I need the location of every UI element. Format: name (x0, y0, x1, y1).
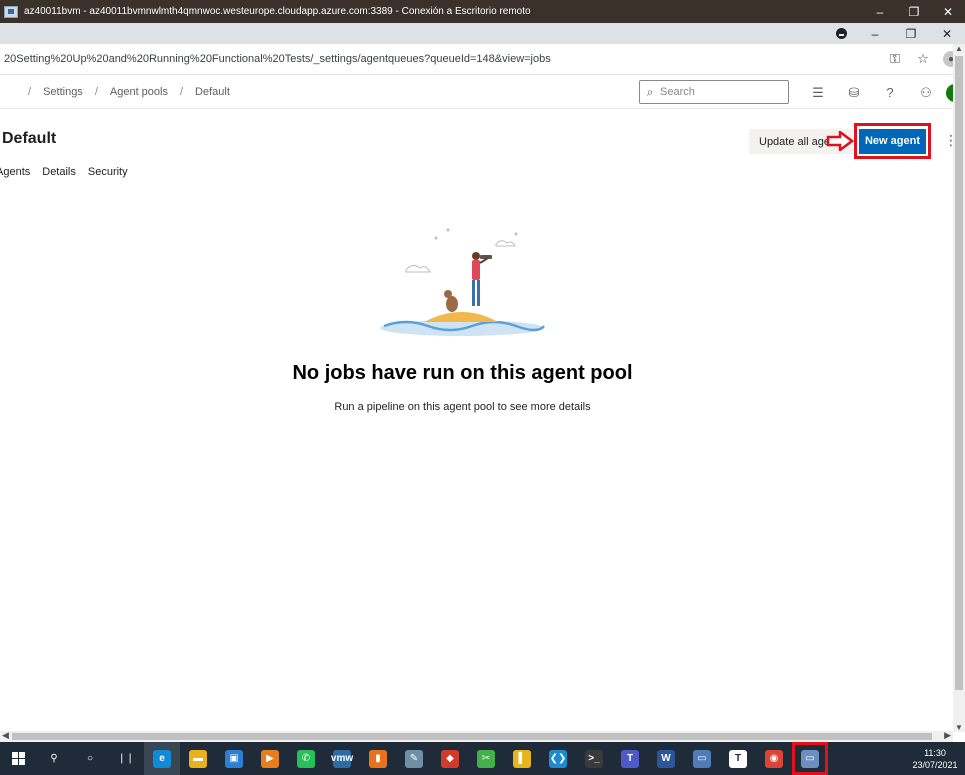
start-button[interactable] (0, 742, 36, 775)
rdp-minimize-button[interactable]: – (863, 5, 897, 19)
address-bar: 20Setting%20Up%20and%20Running%20Functio… (0, 44, 965, 75)
vertical-scroll-thumb[interactable] (955, 56, 963, 690)
marketplace-icon[interactable]: ⛁ (836, 85, 872, 101)
breadcrumb-agent-pools[interactable]: Agent pools (110, 86, 168, 98)
rdp-restore-button[interactable]: ❐ (897, 5, 931, 19)
browser-profile-icon[interactable] (836, 28, 847, 39)
browser-close-button[interactable]: ✕ (929, 27, 965, 41)
clock-date: 23/07/2021 (912, 759, 958, 770)
scroll-up-icon[interactable]: ▲ (953, 44, 965, 53)
file-explorer-icon: ▬ (189, 749, 207, 768)
taskbar: ⚲ ○ ❘❘ e ▬ ▣ ▶ ✆ vmw ▮ ✎ ◆ ✂ ▌ ❮❯ >_ T W ▭ T ◉ ▭ 11:30 23/07/… (0, 742, 965, 775)
help-icon[interactable]: ? (872, 85, 908, 100)
horizontal-scrollbar[interactable]: ◀ ▶ (0, 730, 953, 742)
scroll-left-icon[interactable]: ◀ (2, 730, 9, 741)
taskbar-task-view-button[interactable]: ❘❘ (108, 742, 144, 775)
taskbar-teams-button[interactable]: T (612, 742, 648, 775)
taskbar-edge-button[interactable]: e (144, 742, 180, 775)
edge-icon: e (153, 749, 171, 768)
taskbar-snip-button[interactable]: ✂ (468, 742, 504, 775)
breadcrumb: / Settings / Agent pools / Default (28, 86, 230, 98)
tab-security[interactable]: Security (88, 166, 128, 178)
tab-agents[interactable]: Agents (0, 166, 30, 178)
taskbar-office-button[interactable]: ▮ (360, 742, 396, 775)
remote-desktop-icon: ▭ (801, 749, 819, 768)
ado-header: / Settings / Agent pools / Default ⌕ Sea… (0, 76, 960, 109)
scroll-down-icon[interactable]: ▼ (953, 723, 965, 732)
task-view-icon: ❘❘ (117, 749, 135, 768)
url-field[interactable]: 20Setting%20Up%20and%20Running%20Functio… (0, 53, 881, 65)
breadcrumb-settings[interactable]: Settings (43, 86, 83, 98)
rdp-close-button[interactable]: ✕ (931, 5, 965, 19)
new-agent-button[interactable]: New agent (859, 128, 926, 154)
office-icon: ▮ (369, 749, 387, 768)
search-input[interactable]: ⌕ Search (639, 80, 789, 104)
taskbar-vscode-button[interactable]: ❮❯ (540, 742, 576, 775)
page-title: Default (2, 130, 57, 147)
taskbar-remote-desktop-app-button[interactable]: ▭ (684, 742, 720, 775)
taskbar-store-button[interactable]: ▣ (216, 742, 252, 775)
teams-icon: T (621, 749, 639, 768)
paint-icon: ✎ (405, 749, 423, 768)
taskbar-word-button[interactable]: W (648, 742, 684, 775)
taskbar-media-button[interactable]: ▶ (252, 742, 288, 775)
rdp-window-title: az40011bvm - az40011bvmnwlmth4qmnwoc.wes… (24, 6, 531, 17)
taskbar-chrome-button[interactable]: ◉ (756, 742, 792, 775)
taskbar-power-bi-button[interactable]: ▌ (504, 742, 540, 775)
browser-tab-strip: – ❐ ✕ (0, 23, 965, 44)
store-icon: ▣ (225, 749, 243, 768)
terminal-icon: >_ (585, 749, 603, 768)
git-icon: ◆ (441, 749, 459, 768)
taskbar-git-button[interactable]: ◆ (432, 742, 468, 775)
taskbar-typora-button[interactable]: T (720, 742, 756, 775)
empty-state-subtitle: Run a pipeline on this agent pool to see… (334, 401, 591, 413)
taskbar-terminal-button[interactable]: >_ (576, 742, 612, 775)
vmware-icon: vmw (331, 749, 353, 768)
taskbar-whatsapp-button[interactable]: ✆ (288, 742, 324, 775)
vscode-icon: ❮❯ (549, 749, 567, 768)
chrome-icon: ◉ (765, 749, 783, 768)
system-clock[interactable]: 11:30 23/07/2021 (905, 747, 965, 771)
taskbar-vmware-button[interactable]: vmw (324, 742, 360, 775)
typora-icon: T (729, 749, 747, 768)
user-settings-icon[interactable]: ⚇ (908, 85, 944, 101)
search-icon: ⌕ (646, 84, 654, 99)
breadcrumb-default[interactable]: Default (195, 86, 230, 98)
star-icon[interactable]: ☆ (909, 51, 937, 67)
browser-restore-button[interactable]: ❐ (893, 27, 929, 41)
taskbar-paint-button[interactable]: ✎ (396, 742, 432, 775)
remote-desktop-app-icon: ▭ (693, 749, 711, 768)
media-icon: ▶ (261, 749, 279, 768)
rdp-title-bar: az40011bvm - az40011bvmnwlmth4qmnwoc.wes… (0, 0, 965, 23)
vertical-scrollbar[interactable]: ▲ ▼ (953, 44, 965, 732)
header-icons: ☰ ⛁ ? ⚇ (800, 76, 960, 109)
search-icon: ⚲ (45, 749, 63, 768)
tab-details[interactable]: Details (42, 166, 76, 178)
word-icon: W (657, 749, 675, 768)
clock-time: 11:30 (924, 747, 946, 758)
key-icon[interactable]: ⚿ (881, 51, 909, 67)
cortana-icon: ○ (81, 749, 99, 768)
taskbar-search-button[interactable]: ⚲ (36, 742, 72, 775)
empty-state-illustration (380, 228, 545, 336)
taskbar-file-explorer-button[interactable]: ▬ (180, 742, 216, 775)
empty-state-title: No jobs have run on this agent pool (292, 362, 633, 384)
scroll-right-icon[interactable]: ▶ (944, 730, 951, 741)
horizontal-scroll-thumb[interactable] (12, 733, 932, 740)
search-placeholder: Search (660, 86, 695, 98)
taskbar-cortana-button[interactable]: ○ (72, 742, 108, 775)
new-agent-highlight: New agent (854, 123, 931, 159)
browser-minimize-button[interactable]: – (857, 27, 893, 41)
power-bi-icon: ▌ (513, 749, 531, 768)
red-arrow-annotation (826, 131, 854, 151)
pool-tabs: Agents Details Security (0, 166, 138, 178)
taskbar-remote-desktop-button[interactable]: ▭ (792, 742, 828, 775)
remote-desktop-icon (4, 5, 18, 18)
whatsapp-icon: ✆ (297, 749, 315, 768)
snip-icon: ✂ (477, 749, 495, 768)
windows-icon (11, 752, 25, 765)
work-items-icon[interactable]: ☰ (800, 85, 836, 101)
